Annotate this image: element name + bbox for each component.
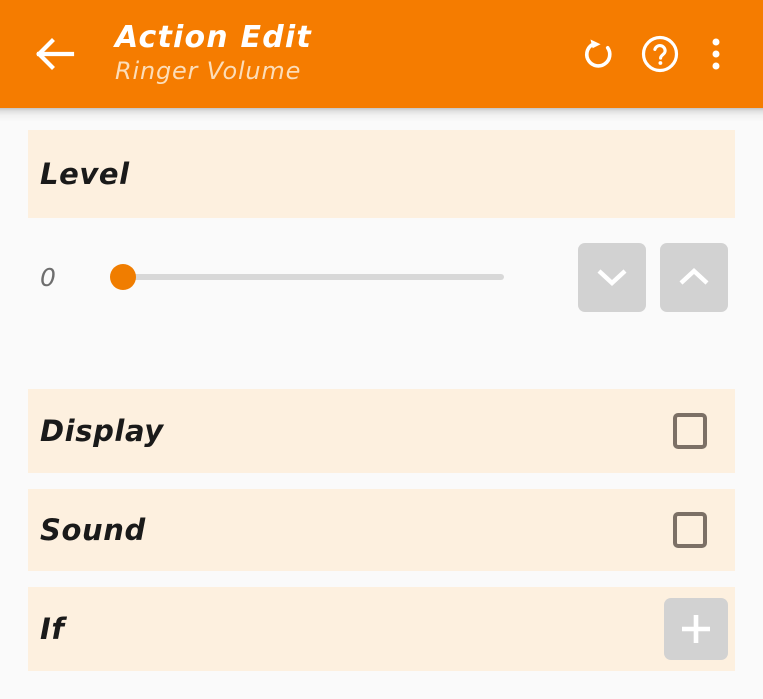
plus-icon [682,615,710,643]
arrow-left-icon [36,38,75,70]
sound-checkbox[interactable] [673,512,707,548]
content-area: Level 0 Display Sound If [0,108,763,671]
increment-button[interactable] [660,242,728,312]
add-condition-button[interactable] [664,598,728,660]
decrement-button[interactable] [578,242,646,312]
slider-thumb[interactable] [110,264,136,290]
app-bar: Action Edit Ringer Volume [0,0,763,108]
help-circle-icon [641,35,679,73]
sound-label: Sound [40,513,146,547]
more-vertical-icon [712,38,720,70]
display-row[interactable]: Display [28,389,735,473]
if-label: If [40,612,65,646]
level-label: Level [40,157,130,191]
level-slider-row: 0 [28,218,735,336]
page-subtitle: Ringer Volume [115,56,302,85]
level-stepper-group [578,242,728,312]
level-section-header: Level [28,130,735,218]
display-label: Display [40,414,164,448]
overflow-menu-button[interactable] [691,23,741,85]
undo-icon [584,39,612,68]
level-slider[interactable] [110,259,504,295]
chevron-down-icon [597,269,627,286]
level-value: 0 [40,262,56,292]
title-block: Action Edit Ringer Volume [115,22,567,86]
slider-track[interactable] [114,274,504,280]
help-button[interactable] [629,23,691,85]
chevron-up-icon [679,268,709,285]
revert-button[interactable] [567,23,629,85]
page-title: Action Edit [115,20,312,56]
app-bar-actions [567,23,741,85]
back-button[interactable] [28,27,82,81]
display-checkbox[interactable] [673,413,707,449]
if-row: If [28,587,735,671]
sound-row[interactable]: Sound [28,489,735,571]
